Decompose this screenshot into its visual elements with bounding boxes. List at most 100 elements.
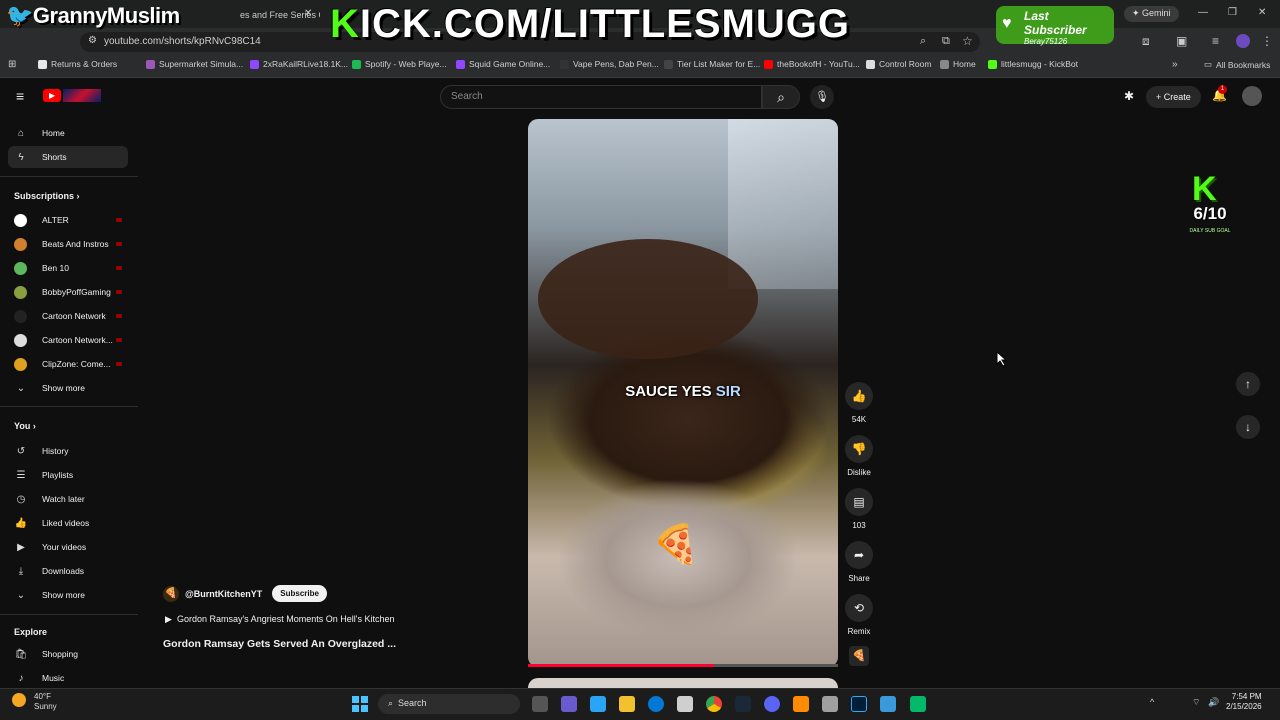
sidebar-item-home[interactable]: ⌂ Home bbox=[8, 122, 128, 144]
cast-icon[interactable]: ⧉ bbox=[942, 35, 950, 48]
sidebar-you-item[interactable]: ☰ Playlists bbox=[8, 464, 128, 486]
bookmark-item[interactable]: 2xRaKailRLive18.1K... bbox=[250, 59, 348, 69]
gemini-button[interactable]: ✦ Gemini bbox=[1124, 6, 1179, 22]
photoshop-icon[interactable] bbox=[851, 696, 867, 712]
weather-widget[interactable]: 40°F Sunny bbox=[12, 692, 57, 712]
show-more-you[interactable]: ⌄ Show more bbox=[8, 584, 128, 606]
bookmark-item[interactable]: Returns & Orders bbox=[38, 59, 117, 69]
sidebar-subscription-item[interactable]: BobbyPoffGaming bbox=[8, 281, 128, 303]
bookmark-item[interactable]: Vape Pens, Dab Pen... bbox=[560, 59, 659, 69]
discord-icon[interactable] bbox=[764, 696, 780, 712]
app-icon[interactable] bbox=[822, 696, 838, 712]
all-bookmarks[interactable]: ▭ All Bookmarks bbox=[1204, 59, 1270, 70]
volume-icon[interactable]: 🔊 bbox=[1208, 697, 1219, 708]
settings-gear-icon[interactable]: ✱ bbox=[1124, 89, 1134, 103]
account-avatar[interactable] bbox=[1242, 86, 1262, 106]
next-short-button[interactable]: ↓ bbox=[1236, 415, 1260, 439]
tab-close-icon[interactable]: ✕ bbox=[304, 8, 312, 19]
voice-search-button[interactable]: 🎙 bbox=[810, 85, 834, 109]
more-bookmarks-icon[interactable]: » bbox=[1172, 59, 1178, 70]
subscribe-button[interactable]: Subscribe bbox=[272, 585, 327, 602]
sidebar-subscription-item[interactable]: Ben 10 bbox=[8, 257, 128, 279]
remix-button[interactable]: ⟲ Remix bbox=[845, 594, 873, 636]
channel-name[interactable]: @BurntKitchenYT bbox=[185, 589, 262, 599]
youtube-logo-icon[interactable]: ▶ bbox=[43, 89, 61, 102]
zoom-icon[interactable]: ⌕ bbox=[920, 35, 926, 48]
sound-button[interactable]: 🍕 bbox=[845, 646, 873, 666]
sidebar-you-item[interactable]: ↺ History bbox=[8, 440, 128, 462]
sidebar-you-item[interactable]: ⤓ Downloads bbox=[8, 560, 128, 582]
subscriptions-heading[interactable]: Subscriptions › bbox=[14, 191, 80, 201]
downloads-icon[interactable]: ≡ bbox=[1212, 34, 1219, 48]
weather-desc: Sunny bbox=[34, 702, 57, 711]
comments-button[interactable]: ▤ 103 bbox=[845, 488, 873, 530]
browser-menu-icon[interactable]: ⋮ bbox=[1261, 34, 1273, 48]
short-video-player[interactable]: SAUCE YES SIR 🍕 bbox=[528, 119, 838, 667]
like-button[interactable]: 👍 54K bbox=[845, 382, 873, 424]
file-explorer-icon[interactable] bbox=[619, 696, 635, 712]
windows-start-icon[interactable] bbox=[352, 696, 368, 712]
sidebar-you-item[interactable]: 👍 Liked videos bbox=[8, 512, 128, 534]
share-icon: ➦ bbox=[845, 541, 873, 569]
app-icon-3[interactable] bbox=[910, 696, 926, 712]
create-button[interactable]: + Create bbox=[1146, 86, 1201, 108]
daily-sub-goal-overlay: K 6/10 DAILY SUB GOAL bbox=[1146, 170, 1274, 238]
channel-avatar[interactable]: 🍕 bbox=[163, 585, 179, 602]
sidebar-subscription-item[interactable]: Beats And Instros bbox=[8, 233, 128, 255]
steam-icon[interactable] bbox=[735, 696, 751, 712]
hamburger-menu-icon[interactable]: ≡ bbox=[16, 88, 24, 104]
bookmark-item[interactable]: Tier List Maker for E... bbox=[664, 59, 760, 69]
sidebar-you-item[interactable]: ◷ Watch later bbox=[8, 488, 128, 510]
bookmark-item[interactable]: theBookofH - YouTu... bbox=[764, 59, 860, 69]
video-progress-bar[interactable] bbox=[528, 664, 838, 667]
playlist-link[interactable]: ▶ Gordon Ramsay's Angriest Moments On He… bbox=[165, 614, 394, 625]
site-info-icon[interactable]: ⚙ bbox=[88, 35, 97, 46]
taskbar-search[interactable]: ⌕ Search bbox=[378, 694, 520, 714]
you-heading[interactable]: You › bbox=[14, 421, 36, 431]
chrome-icon[interactable] bbox=[706, 696, 722, 712]
taskbar-clock[interactable]: 7:54 PM 2/15/2026 bbox=[1226, 692, 1262, 712]
share-button[interactable]: ➦ Share bbox=[845, 541, 873, 583]
extensions-icon[interactable]: ⧈ bbox=[1142, 34, 1150, 49]
bookmark-item[interactable]: Supermarket Simula... bbox=[146, 59, 243, 69]
side-panel-icon[interactable]: ▣ bbox=[1176, 34, 1187, 48]
task-view-icon[interactable] bbox=[532, 696, 548, 712]
tray-chevron-icon[interactable]: ^ bbox=[1150, 697, 1154, 707]
bookmark-item[interactable]: littlesmugg - KickBot bbox=[988, 59, 1078, 69]
show-more-subscriptions[interactable]: ⌄ Show more bbox=[8, 377, 128, 399]
bookmark-item[interactable]: Spotify - Web Playe... bbox=[352, 59, 447, 69]
video-title[interactable]: Gordon Ramsay Gets Served An Overglazed … bbox=[163, 638, 396, 650]
copilot-icon[interactable] bbox=[561, 696, 577, 712]
store-icon[interactable] bbox=[677, 696, 693, 712]
mouse-cursor-icon bbox=[996, 351, 1008, 367]
bookmark-star-icon[interactable]: ☆ bbox=[962, 34, 973, 48]
app-icon-2[interactable] bbox=[880, 696, 896, 712]
apps-icon[interactable]: ⊞ bbox=[8, 59, 16, 70]
search-button[interactable]: ⌕ bbox=[762, 85, 800, 109]
next-short-preview[interactable] bbox=[528, 678, 838, 688]
sidebar-explore-item[interactable]: ♪ Music bbox=[8, 667, 128, 689]
edge-alt-icon[interactable] bbox=[590, 696, 606, 712]
profile-avatar[interactable] bbox=[1236, 34, 1250, 48]
bookmark-item[interactable]: Squid Game Online... bbox=[456, 59, 550, 69]
sidebar-item-shorts[interactable]: ϟ Shorts bbox=[8, 146, 128, 168]
minimize-icon[interactable]: — bbox=[1198, 7, 1208, 18]
bookmark-item[interactable]: Home bbox=[940, 59, 976, 69]
sidebar-subscription-item[interactable]: Cartoon Network bbox=[8, 305, 128, 327]
maximize-icon[interactable]: ❐ bbox=[1228, 7, 1237, 18]
bookmark-item[interactable]: Control Room bbox=[866, 59, 931, 69]
edge-icon[interactable] bbox=[648, 696, 664, 712]
sidebar-subscription-item[interactable]: Cartoon Network... bbox=[8, 329, 128, 351]
bookmark-label: Tier List Maker for E... bbox=[677, 59, 761, 69]
search-input[interactable]: Search bbox=[440, 85, 762, 109]
sidebar-explore-item[interactable]: 🛍 Shopping bbox=[8, 643, 128, 665]
folder-icon: ▭ bbox=[1204, 59, 1213, 69]
vlc-icon[interactable] bbox=[793, 696, 809, 712]
previous-short-button[interactable]: ↑ bbox=[1236, 372, 1260, 396]
close-window-icon[interactable]: ✕ bbox=[1258, 7, 1266, 18]
sidebar-subscription-item[interactable]: ALTER bbox=[8, 209, 128, 231]
dislike-button[interactable]: 👎 Dislike bbox=[845, 435, 873, 477]
sidebar-you-item[interactable]: ▶ Your videos bbox=[8, 536, 128, 558]
wifi-icon[interactable]: ⌔ bbox=[1192, 697, 1200, 708]
sidebar-subscription-item[interactable]: ClipZone: Come... bbox=[8, 353, 128, 375]
